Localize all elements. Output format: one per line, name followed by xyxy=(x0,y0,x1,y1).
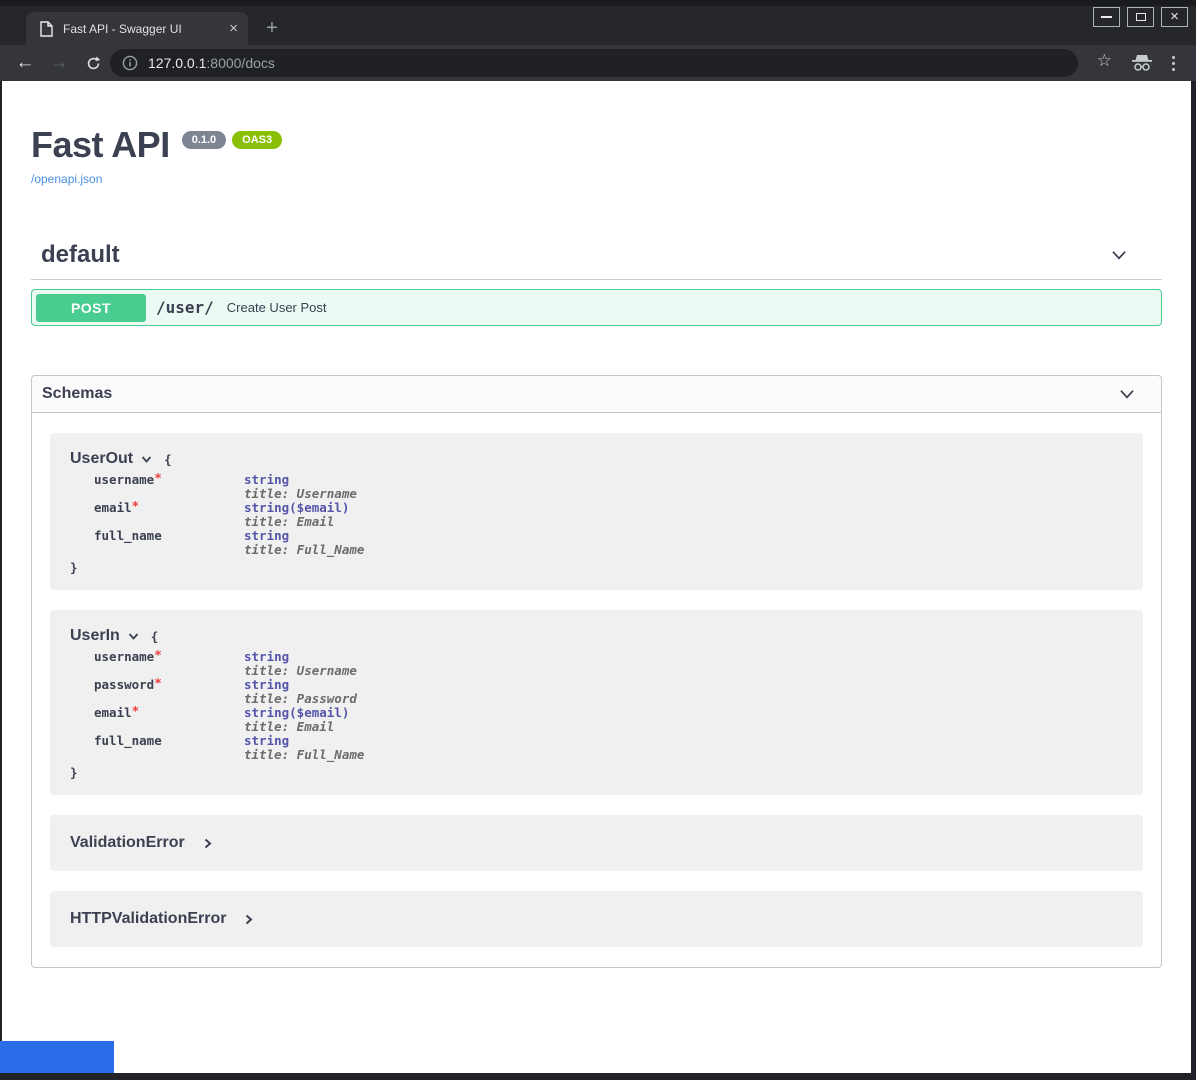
openapi-spec-link[interactable]: /openapi.json xyxy=(31,172,102,186)
property-row: email* string($email)title: Email xyxy=(94,706,1123,734)
maximize-button[interactable] xyxy=(1127,7,1154,27)
browser-tab[interactable]: Fast API - Swagger UI × xyxy=(26,12,248,45)
chevron-down-icon[interactable] xyxy=(127,630,140,643)
model-userout: UserOut { username* stringtitle: Usernam… xyxy=(50,433,1143,590)
model-userin-header[interactable]: UserIn { xyxy=(70,627,1123,645)
chevron-right-icon[interactable] xyxy=(201,837,214,850)
schemas-section: Schemas UserOut { xyxy=(31,375,1162,968)
browser-window: Fast API - Swagger UI × + × ← → 127.0.0.… xyxy=(0,0,1196,1080)
close-icon: × xyxy=(1170,12,1179,22)
url-text: 127.0.0.1:8000/docs xyxy=(148,55,275,71)
required-star: * xyxy=(154,675,162,690)
required-star: * xyxy=(132,703,140,718)
menu-kebab-icon[interactable] xyxy=(1168,52,1178,74)
bookmark-star-icon[interactable]: ☆ xyxy=(1097,51,1112,71)
browser-toolbar: ← → 127.0.0.1:8000/docs ☆ xyxy=(0,45,1196,81)
oas3-badge: OAS3 xyxy=(232,131,282,149)
reload-button[interactable] xyxy=(80,50,106,76)
property-row: full_name stringtitle: Full_Name xyxy=(94,734,1123,762)
chevron-right-icon[interactable] xyxy=(242,913,255,926)
operation-post-user[interactable]: POST /user/ Create User Post xyxy=(31,289,1162,326)
property-row: username* stringtitle: Username xyxy=(94,650,1123,678)
chevron-down-icon[interactable] xyxy=(1108,244,1130,266)
property-row: password* stringtitle: Password xyxy=(94,678,1123,706)
maximize-icon xyxy=(1136,13,1146,21)
operation-summary: Create User Post xyxy=(227,300,327,315)
property-row: full_name stringtitle: Full_Name xyxy=(94,529,1123,557)
incognito-icon xyxy=(1130,54,1154,77)
model-validationerror[interactable]: ValidationError xyxy=(50,815,1143,871)
model-userout-header[interactable]: UserOut { xyxy=(70,450,1123,468)
required-star: * xyxy=(132,498,140,513)
site-info-icon[interactable] xyxy=(122,55,138,71)
version-badge: 0.1.0 xyxy=(182,131,226,149)
highlight-overlay xyxy=(0,1041,114,1073)
required-star: * xyxy=(154,470,162,485)
url-path: :8000/docs xyxy=(206,55,275,71)
url-bar[interactable]: 127.0.0.1:8000/docs xyxy=(110,49,1078,77)
property-row: email* string($email)title: Email xyxy=(94,501,1123,529)
tag-section-default: default POST /user/ Create User Post xyxy=(31,241,1162,326)
minimize-button[interactable] xyxy=(1093,7,1120,27)
new-tab-button[interactable]: + xyxy=(260,16,284,40)
page-title: Fast API xyxy=(31,125,170,165)
close-button[interactable]: × xyxy=(1161,7,1188,27)
property-row: username* stringtitle: Username xyxy=(94,473,1123,501)
chevron-down-icon[interactable] xyxy=(140,453,153,466)
forward-button: → xyxy=(46,50,72,76)
page-favicon-icon xyxy=(39,21,53,37)
back-button[interactable]: ← xyxy=(12,50,38,76)
api-info: Fast API 0.1.0 OAS3 /openapi.json xyxy=(31,81,1162,188)
tab-title: Fast API - Swagger UI xyxy=(63,22,223,36)
model-httpvalidationerror[interactable]: HTTPValidationError xyxy=(50,891,1143,947)
page-content: Fast API 0.1.0 OAS3 /openapi.json defaul… xyxy=(2,81,1191,1073)
minimize-icon xyxy=(1101,16,1112,18)
operation-path: /user/ xyxy=(156,298,214,317)
tag-header-default[interactable]: default xyxy=(31,241,1162,280)
schemas-header[interactable]: Schemas xyxy=(32,376,1161,413)
tag-name: default xyxy=(41,241,1108,269)
model-userin: UserIn { username* stringtitle: Username… xyxy=(50,610,1143,795)
schemas-title: Schemas xyxy=(42,385,1116,403)
required-star: * xyxy=(154,647,162,662)
chevron-down-icon[interactable] xyxy=(1116,383,1138,405)
url-host: 127.0.0.1 xyxy=(148,55,206,71)
tab-close-icon[interactable]: × xyxy=(229,21,238,36)
post-method-badge: POST xyxy=(36,294,146,322)
reload-icon xyxy=(85,55,102,72)
window-controls: × xyxy=(1093,7,1188,27)
